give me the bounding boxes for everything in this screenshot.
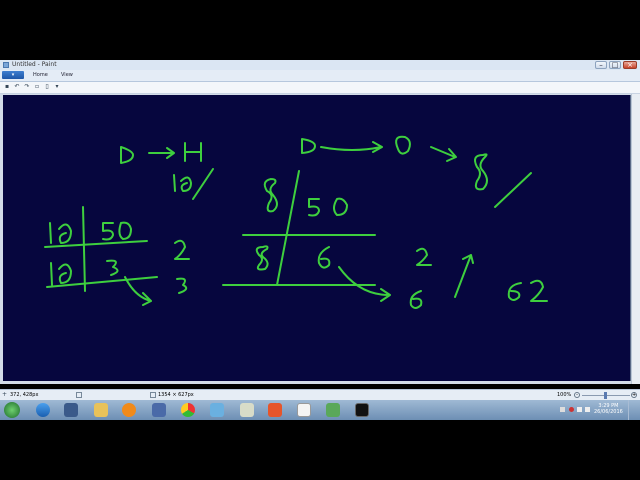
show-desktop-button[interactable] bbox=[628, 400, 639, 420]
zoom-slider-thumb[interactable] bbox=[604, 392, 607, 399]
cursor-position: 372, 428px bbox=[10, 392, 39, 398]
num-3-small bbox=[106, 259, 119, 276]
handwriting-layer bbox=[44, 135, 548, 309]
remote-desktop-icon[interactable] bbox=[152, 403, 166, 417]
explorer-folder-icon[interactable] bbox=[94, 403, 108, 417]
title-bar[interactable]: Untitled - Paint – □ × bbox=[0, 60, 640, 70]
chrome-icon[interactable] bbox=[181, 403, 195, 417]
digit-2-left bbox=[174, 239, 190, 260]
save-icon[interactable]: ▪ bbox=[4, 84, 10, 90]
arrow-1 bbox=[148, 147, 175, 159]
num-16-top bbox=[173, 174, 192, 192]
ribbon-tab-bar: ▾ Home View bbox=[0, 70, 640, 82]
maximize-button[interactable]: □ bbox=[609, 61, 621, 69]
start-button[interactable] bbox=[4, 402, 20, 418]
center-divider-v bbox=[276, 170, 300, 286]
tab-home[interactable]: Home bbox=[33, 72, 48, 78]
paint-app-icon[interactable] bbox=[3, 62, 9, 68]
selection-size-icon bbox=[76, 392, 82, 398]
zoom-out-button[interactable]: - bbox=[574, 392, 580, 398]
ie-icon[interactable] bbox=[36, 403, 50, 417]
left-arrow bbox=[124, 276, 152, 306]
num-62 bbox=[507, 279, 548, 302]
num-50 bbox=[102, 221, 132, 241]
digit-6-center bbox=[317, 246, 331, 269]
left-divider-v bbox=[82, 206, 86, 292]
media-player-icon[interactable] bbox=[122, 403, 136, 417]
up-arrow bbox=[454, 254, 474, 298]
taskbar: 3:29 PM 26/06/2016 bbox=[0, 400, 640, 420]
quick-access-toolbar: ▪ ↶ ↷ ▫ ▯ ▾ bbox=[0, 82, 640, 94]
minimize-button[interactable]: – bbox=[595, 61, 607, 69]
tray-arrow-icon[interactable] bbox=[560, 407, 565, 412]
zoom-level: 100% bbox=[557, 392, 572, 398]
canvas-area bbox=[0, 94, 640, 384]
zoom-in-button[interactable]: + bbox=[631, 392, 637, 398]
image-size-icon bbox=[150, 392, 156, 398]
digit-8-center bbox=[263, 178, 278, 213]
redo-icon[interactable]: ↷ bbox=[24, 84, 30, 90]
clock-date: 26/06/2016 bbox=[594, 409, 623, 415]
digit-8-center-b bbox=[255, 245, 269, 271]
calculator-icon[interactable] bbox=[64, 403, 78, 417]
chat-icon[interactable] bbox=[297, 403, 311, 417]
tray-action-center-icon[interactable] bbox=[569, 407, 574, 412]
paint-menu-button[interactable]: ▾ bbox=[2, 71, 24, 79]
letter-d-1 bbox=[120, 146, 134, 164]
tray-volume-icon[interactable] bbox=[585, 407, 590, 412]
letter-d-2 bbox=[301, 138, 316, 154]
num-16-b bbox=[50, 262, 72, 286]
window-title: Untitled - Paint bbox=[12, 61, 57, 68]
arrow-2 bbox=[320, 141, 383, 153]
paint-taskbar-icon[interactable] bbox=[326, 403, 340, 417]
digit-2-right bbox=[416, 247, 432, 266]
customize-qat-icon[interactable]: ▾ bbox=[54, 84, 60, 90]
letter-o bbox=[395, 135, 411, 155]
tray-network-icon[interactable] bbox=[577, 407, 582, 412]
slash-1 bbox=[192, 168, 214, 200]
undo-icon[interactable]: ↶ bbox=[14, 84, 20, 90]
digit-3-left bbox=[176, 277, 188, 294]
num-16-a bbox=[49, 222, 72, 244]
num-50-center bbox=[308, 197, 348, 217]
new-file-icon[interactable]: ▯ bbox=[44, 84, 50, 90]
cmd-icon[interactable] bbox=[355, 403, 369, 417]
network-tool-icon[interactable] bbox=[210, 403, 224, 417]
vertical-scrollbar[interactable] bbox=[631, 94, 640, 384]
close-button[interactable]: × bbox=[623, 61, 637, 69]
print-icon[interactable]: ▫ bbox=[34, 84, 40, 90]
tab-view[interactable]: View bbox=[61, 72, 73, 78]
digit-8-big bbox=[474, 153, 488, 191]
arrow-3 bbox=[430, 146, 457, 162]
letter-h bbox=[184, 142, 202, 162]
drawing-canvas[interactable] bbox=[3, 95, 631, 381]
cursor-icon: + bbox=[2, 391, 8, 398]
image-size: 1354 × 627px bbox=[158, 392, 194, 398]
powerpoint-icon[interactable] bbox=[268, 403, 282, 417]
tools-icon[interactable] bbox=[240, 403, 254, 417]
slash-2 bbox=[494, 172, 532, 208]
tray-clock[interactable]: 3:29 PM 26/06/2016 bbox=[594, 403, 623, 415]
digit-6-right bbox=[409, 290, 423, 309]
